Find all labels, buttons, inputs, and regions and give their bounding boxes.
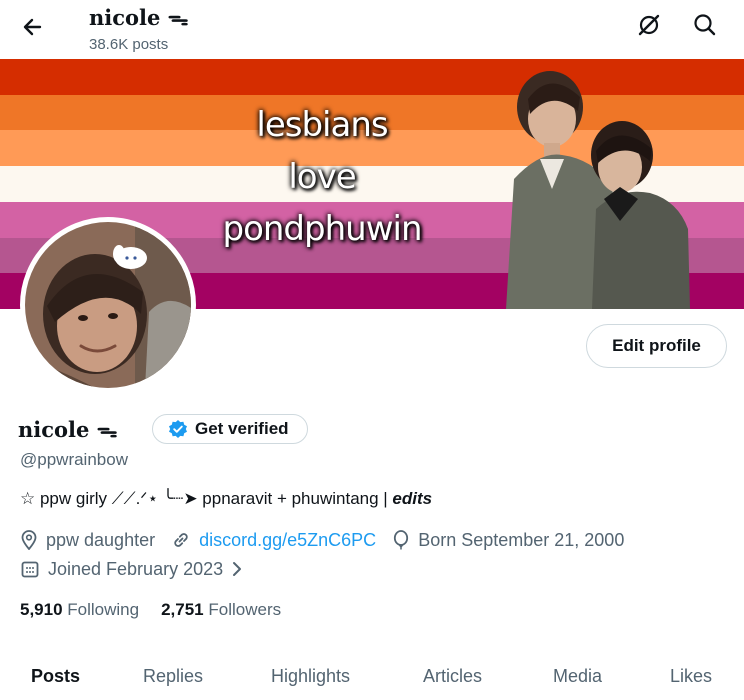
- location-text: ppw daughter: [46, 529, 156, 550]
- birthday-item: Born September 21, 2000: [392, 530, 624, 551]
- tab-replies[interactable]: Replies: [143, 666, 203, 687]
- tab-media[interactable]: Media: [553, 666, 602, 687]
- bio: ☆ ppw girly ⟋⟋.ᐟ⋆ ╰┈➤ ppnaravit + phuwin…: [20, 489, 432, 509]
- tab-highlights[interactable]: Highlights: [271, 666, 350, 687]
- tab-likes[interactable]: Likes: [670, 666, 712, 687]
- verified-badge-icon: [169, 420, 187, 438]
- banner-photo: [506, 71, 690, 309]
- followers-label: Followers: [208, 600, 282, 619]
- location-item: ppw daughter: [20, 530, 155, 551]
- following-link[interactable]: 5,910 Following: [20, 600, 139, 619]
- balloon-icon: [394, 530, 409, 550]
- birthday-text: Born September 21, 2000: [418, 529, 625, 550]
- bio-text: ☆ ppw girly ⟋⟋.ᐟ⋆ ╰┈➤ ppnaravit + phuwin…: [20, 489, 393, 508]
- bio-bold: edits: [392, 489, 433, 508]
- link-icon: [174, 533, 188, 547]
- edit-profile-button[interactable]: Edit profile: [586, 324, 727, 368]
- arrow-left-icon[interactable]: [18, 12, 48, 42]
- profile-meta: ppw daughter discord.gg/e5ZnC6PC Born Se…: [20, 528, 640, 552]
- link-item[interactable]: discord.gg/e5ZnC6PC: [171, 530, 376, 551]
- followers-link[interactable]: 2,751 Followers: [161, 600, 281, 619]
- joined-item: Joined February 2023: [20, 559, 245, 580]
- user-handle: @ppwrainbow: [20, 450, 128, 469]
- followers-count: 2,751: [161, 600, 204, 619]
- get-verified-button[interactable]: Get verified: [152, 414, 308, 444]
- following-label: Following: [67, 600, 140, 619]
- avatar[interactable]: [20, 217, 196, 393]
- top-bar: nicole ᯓ 38.6K posts: [0, 0, 744, 59]
- banner-line-1: lesbians: [256, 105, 388, 145]
- banner-line-2: love: [288, 157, 356, 197]
- grok-icon[interactable]: [636, 12, 662, 38]
- joined-row: Joined February 2023: [20, 557, 261, 581]
- banner-caption: lesbians love pondphuwin: [222, 99, 423, 255]
- chevron-right-icon[interactable]: [229, 559, 245, 579]
- follow-stats: 5,910 Following 2,751 Followers: [20, 600, 281, 620]
- avatar-photo: [25, 222, 191, 388]
- following-count: 5,910: [20, 600, 63, 619]
- display-name: nicole ᯓ: [18, 417, 118, 442]
- banner-line-3: pondphuwin: [222, 209, 423, 249]
- joined-text: Joined February 2023: [48, 558, 224, 579]
- get-verified-label: Get verified: [195, 419, 289, 438]
- tab-articles[interactable]: Articles: [423, 666, 482, 687]
- header-name: nicole ᯓ: [89, 5, 189, 30]
- search-icon[interactable]: [692, 12, 718, 38]
- location-pin-icon: [21, 530, 37, 550]
- tab-posts[interactable]: Posts: [31, 666, 80, 687]
- header-posts-count: 38.6K posts: [89, 36, 169, 53]
- profile-tabs: Posts Replies Highlights Articles Media …: [0, 652, 744, 700]
- website-link[interactable]: discord.gg/e5ZnC6PC: [199, 530, 376, 551]
- calendar-icon: [21, 561, 39, 578]
